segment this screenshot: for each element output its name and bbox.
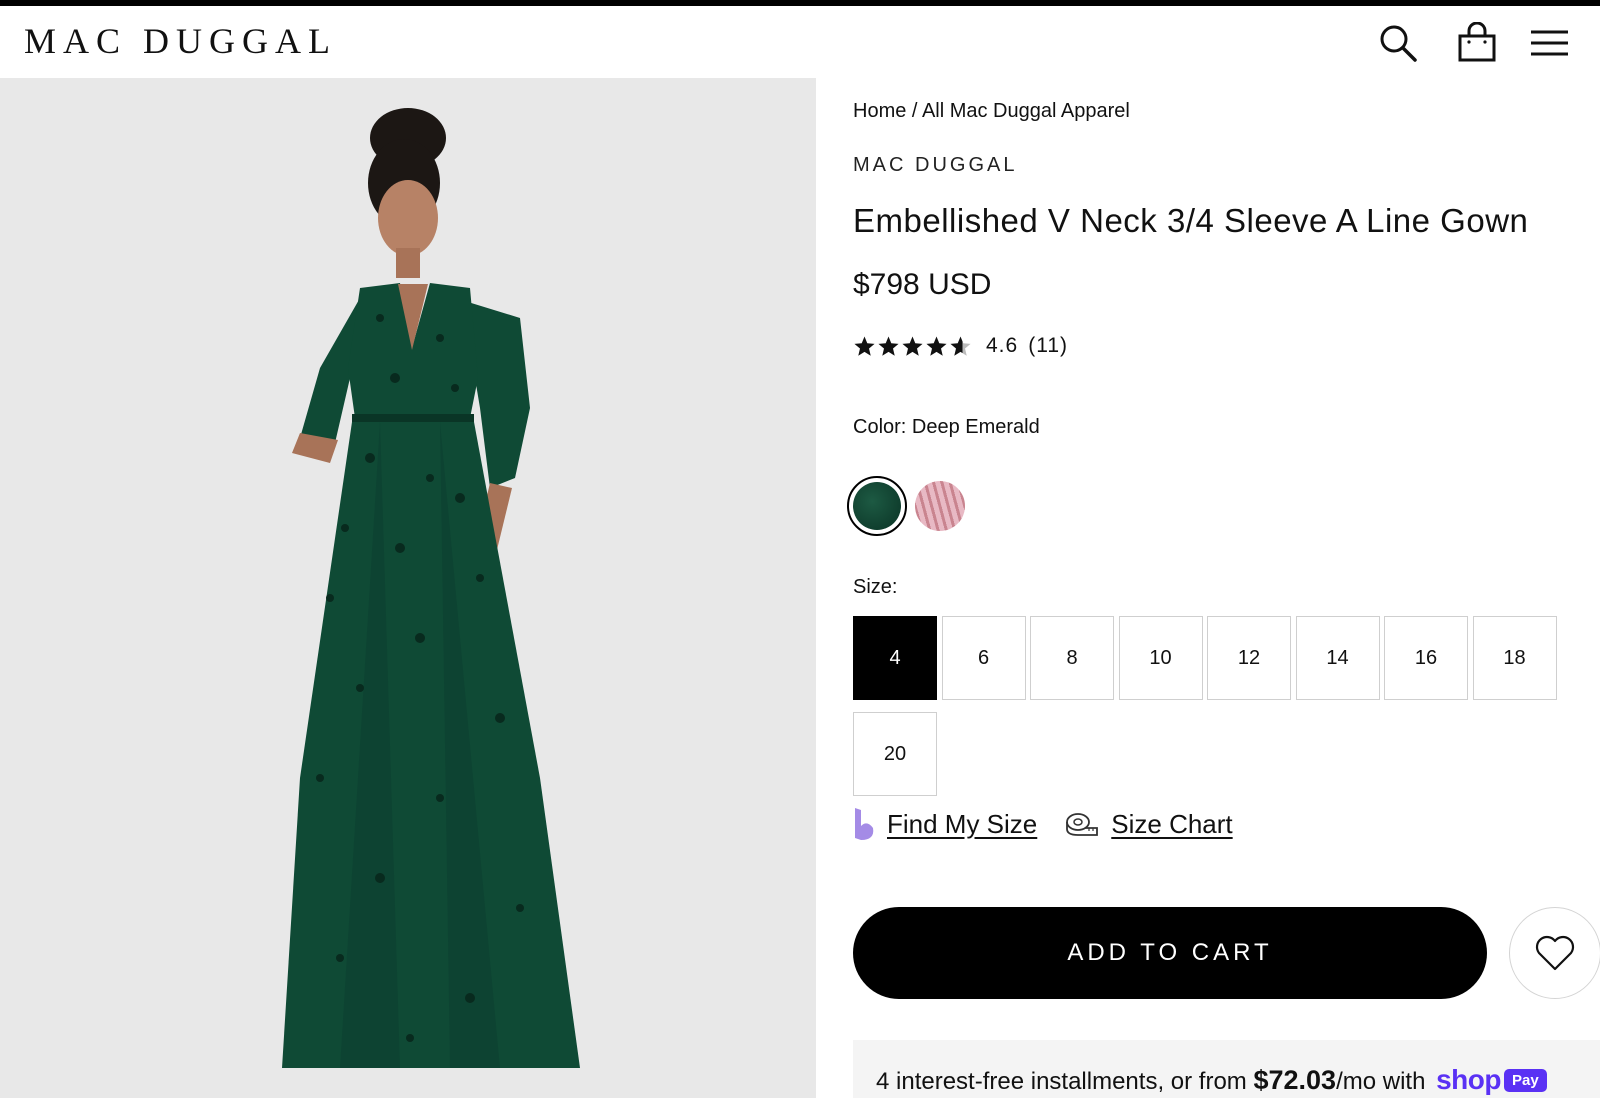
swatch-blush[interactable] — [915, 481, 965, 531]
breadcrumb-current[interactable]: All Mac Duggal Apparel — [922, 100, 1130, 122]
size-chart-link[interactable]: Size Chart — [1065, 808, 1233, 840]
size-option-6[interactable]: 6 — [941, 616, 1026, 700]
star-icon — [854, 335, 875, 356]
installments-suffix: /mo with — [1336, 1068, 1433, 1095]
product-price: $798 USD — [853, 268, 992, 301]
rating-stars — [853, 335, 972, 358]
shop-pay-banner: 4 interest-free installments, or from $7… — [853, 1040, 1600, 1098]
measuring-tape-icon — [1066, 813, 1099, 836]
size-option-14[interactable]: 14 — [1295, 616, 1380, 700]
cart-icon[interactable] — [1456, 21, 1498, 64]
site-header: MAC DUGGAL — [0, 6, 1600, 78]
site-logo[interactable]: MAC DUGGAL — [24, 20, 337, 62]
installment-amount: $72.03 — [1253, 1065, 1337, 1095]
size-helpers: Find My Size Size Chart — [853, 806, 1261, 842]
rating-value: 4.6 — [986, 334, 1019, 357]
swatch-deep-emerald[interactable] — [847, 476, 907, 536]
find-my-size-icon — [855, 808, 874, 840]
product-image[interactable] — [0, 78, 816, 1098]
star-icon — [878, 335, 899, 356]
size-option-16[interactable]: 16 — [1384, 616, 1468, 700]
size-option-10[interactable]: 10 — [1118, 616, 1203, 700]
size-option-12[interactable]: 12 — [1207, 616, 1291, 700]
dress-illustration — [282, 108, 580, 1068]
menu-icon[interactable] — [1530, 22, 1568, 64]
rating-count: (11) — [1028, 334, 1068, 357]
size-option-8[interactable]: 8 — [1030, 616, 1114, 700]
size-label: Size: — [853, 576, 898, 598]
size-chart-label: Size Chart — [1111, 808, 1233, 839]
search-icon[interactable] — [1377, 22, 1419, 64]
find-my-size-label: Find My Size — [887, 808, 1038, 839]
size-option-18[interactable]: 18 — [1472, 616, 1557, 700]
breadcrumb-home[interactable]: Home — [853, 100, 906, 122]
color-label: Color: Deep Emerald — [853, 416, 1040, 438]
shop-pay-badge: Pay — [1503, 1069, 1547, 1092]
installments-text: 4 interest-free installments, or from — [876, 1068, 1254, 1095]
star-icon — [902, 335, 923, 356]
product-title: Embellished V Neck 3/4 Sleeve A Line Gow… — [853, 202, 1529, 239]
swatch-color — [915, 481, 965, 531]
size-option-4[interactable]: 4 — [853, 616, 937, 700]
star-icon — [926, 335, 947, 356]
star-icon — [950, 335, 971, 356]
size-option-20[interactable]: 20 — [853, 712, 937, 796]
heart-icon — [1535, 935, 1575, 971]
breadcrumb: Home / All Mac Duggal Apparel — [853, 100, 1130, 123]
product-rating[interactable]: 4.6 (11) — [853, 334, 1068, 358]
shop-pay-logo[interactable]: shop — [1436, 1064, 1501, 1095]
product-info: Home / All Mac Duggal Apparel MAC DUGGAL… — [847, 78, 1600, 1098]
wishlist-button[interactable] — [1509, 907, 1600, 999]
product-brand: MAC DUGGAL — [853, 154, 1018, 176]
find-my-size-link[interactable]: Find My Size — [853, 806, 1037, 842]
swatch-color — [853, 482, 901, 530]
add-to-cart-button[interactable]: ADD TO CART — [853, 907, 1487, 999]
breadcrumb-separator: / — [906, 100, 922, 122]
